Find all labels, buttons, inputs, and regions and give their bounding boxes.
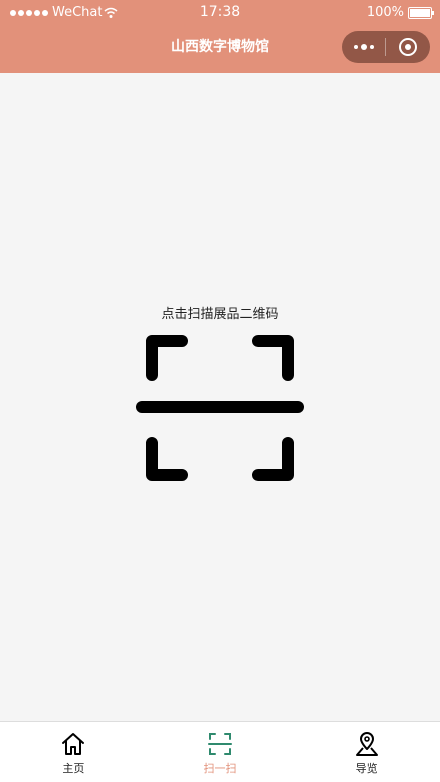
tab-scan-label: 扫一扫: [203, 762, 237, 775]
status-bar: WeChat 17:38 100%: [0, 0, 440, 24]
battery-indicator: 100%: [366, 5, 434, 20]
app-header: WeChat 17:38 100% 山西数字博物馆: [0, 0, 440, 73]
tab-home[interactable]: 主页: [0, 722, 147, 782]
mini-program-capsule: [342, 31, 430, 63]
tab-home-label: 主页: [62, 762, 85, 775]
scan-icon: [208, 733, 232, 755]
scan-prompt: 点击扫描展品二维码: [161, 307, 279, 322]
battery-icon: [408, 6, 434, 19]
close-mini-program-button[interactable]: [386, 31, 430, 63]
more-options-button[interactable]: [342, 31, 385, 63]
target-icon: [399, 38, 417, 56]
scan-trigger[interactable]: 点击扫描展品二维码: [0, 303, 440, 483]
map-pin-icon: [355, 732, 378, 756]
scan-icon[interactable]: [136, 333, 304, 483]
home-icon: [62, 733, 85, 755]
main-content: 点击扫描展品二维码: [0, 73, 440, 721]
battery-percent: 100%: [366, 5, 404, 20]
bottom-tab-bar: 主页 扫一扫 导览: [0, 721, 440, 782]
tab-guide-label: 导览: [355, 762, 378, 775]
tab-scan[interactable]: 扫一扫: [147, 722, 294, 782]
tab-guide[interactable]: 导览: [293, 722, 440, 782]
